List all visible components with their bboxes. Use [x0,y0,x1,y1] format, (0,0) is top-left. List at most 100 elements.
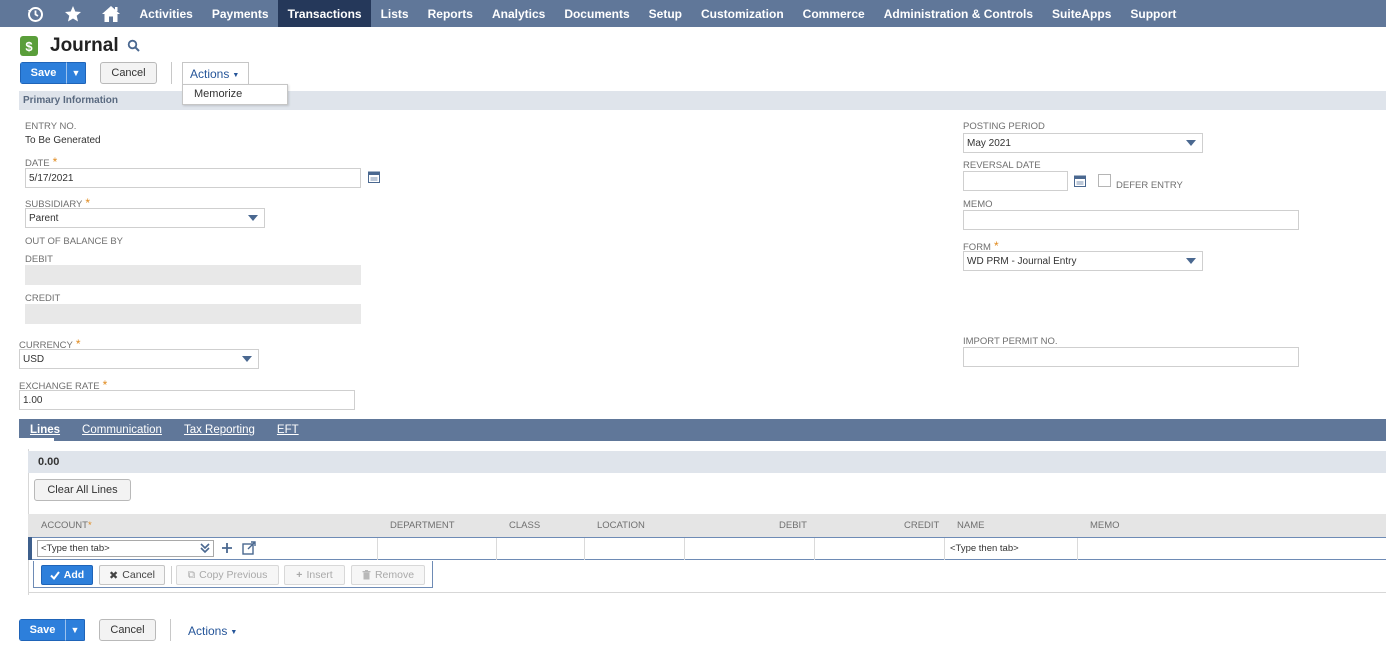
tab-communication[interactable]: Communication [82,424,162,436]
row-action-bar: Add ✖ Cancel ⧉ Copy Previous + Insert Re… [33,561,433,588]
tab-tax-reporting[interactable]: Tax Reporting [184,424,255,436]
page-title-text: Journal [50,35,119,56]
import-permit-label: Import Permit No. [963,336,1058,347]
nav-item-support[interactable]: Support [1121,0,1186,27]
nav-item-commerce[interactable]: Commerce [793,0,874,27]
recent-icon[interactable] [16,0,54,27]
tab-lines[interactable]: Lines [30,424,60,436]
page-title: $ Journal [20,34,141,58]
calendar-icon[interactable] [368,171,380,183]
memo-input[interactable] [963,210,1299,230]
cancel-button-top[interactable]: Cancel [100,62,157,84]
open-external-icon[interactable] [242,541,256,555]
import-permit-input[interactable] [963,347,1299,367]
subsidiary-select[interactable]: Parent [25,208,265,228]
subsidiary-value: Parent [29,212,59,224]
copy-previous-button[interactable]: ⧉ Copy Previous [176,565,279,585]
double-chevron-down-icon[interactable] [200,542,210,556]
name-placeholder: <Type then tab> [950,543,1019,554]
credit-label: Credit [25,293,61,304]
dropdown-arrow-icon [242,356,252,362]
save-button-top[interactable]: Save ▼ [20,62,87,84]
required-marker: * [87,520,92,531]
home-icon[interactable] [92,0,130,27]
plus-icon[interactable] [220,541,234,555]
menu-item-memorize[interactable]: Memorize [183,85,287,104]
nav-item-customization[interactable]: Customization [692,0,794,27]
cell-memo[interactable] [1078,538,1386,560]
nav-item-activities[interactable]: Activities [130,0,202,27]
star-icon[interactable] [54,0,92,27]
lines-total: 0.00 [28,451,1386,473]
cell-debit[interactable] [685,538,815,560]
actions-label: Actions [188,624,228,638]
insert-line-label: Insert [306,569,333,581]
account-input[interactable]: <Type then tab> [37,540,214,557]
memo-label: Memo [963,199,993,210]
posting-period-select[interactable]: May 2021 [963,133,1203,153]
cancel-line-label: Cancel [122,569,155,581]
column-location[interactable]: Location [597,520,645,531]
actions-menu-button[interactable]: Actions ▼ [182,62,249,85]
column-department[interactable]: Department [390,520,455,531]
toolbar-divider [170,619,171,641]
save-button-bottom[interactable]: Save ▼ [19,619,86,641]
defer-entry-checkbox[interactable] [1098,174,1111,187]
dropdown-arrow-icon [1186,258,1196,264]
cell-department[interactable] [378,538,497,560]
reversal-date-input[interactable] [963,171,1068,191]
cancel-line-button[interactable]: ✖ Cancel [99,565,165,585]
add-line-button[interactable]: Add [41,565,93,585]
cancel-button-bottom[interactable]: Cancel [99,619,156,641]
form-select[interactable]: WD PRM - Journal Entry [963,251,1203,271]
calendar-icon[interactable] [1074,175,1086,187]
nav-item-setup[interactable]: Setup [639,0,691,27]
out-of-balance-label: Out of Balance By [25,236,124,247]
chevron-down-icon: ▼ [232,71,240,79]
nav-item-suiteapps[interactable]: SuiteApps [1043,0,1121,27]
column-name[interactable]: Name [957,520,984,531]
column-credit[interactable]: Credit [904,520,939,531]
column-debit[interactable]: Debit [779,520,807,531]
lines-grid-header: Account* Department Class Location Debit… [28,514,1386,537]
account-placeholder: <Type then tab> [41,543,110,554]
cell-location[interactable] [585,538,685,560]
required-marker: * [52,155,58,169]
entry-no-value: To Be Generated [25,135,101,146]
nav-item-transactions[interactable]: Transactions [278,0,372,27]
remove-line-button[interactable]: Remove [351,565,425,585]
nav-item-analytics[interactable]: Analytics [482,0,554,27]
clear-all-lines-button[interactable]: Clear All Lines [34,479,131,501]
nav-item-documents[interactable]: Documents [555,0,639,27]
trash-icon [362,570,371,580]
defer-entry-label: Defer Entry [1116,180,1183,191]
date-input[interactable]: 5/17/2021 [25,168,361,188]
search-icon[interactable] [127,39,141,53]
column-memo[interactable]: Memo [1090,520,1120,531]
active-tab-indicator [19,438,54,441]
debit-field [25,265,361,285]
nav-item-lists[interactable]: Lists [371,0,418,27]
nav-item-payments[interactable]: Payments [202,0,278,27]
cell-credit[interactable] [815,538,945,560]
check-icon [50,570,60,580]
save-options-icon[interactable]: ▼ [66,62,86,84]
posting-period-label: Posting Period [963,121,1045,132]
save-options-icon[interactable]: ▼ [65,619,85,641]
reversal-date-label: Reversal Date [963,160,1041,171]
column-class[interactable]: Class [509,520,540,531]
nav-item-reports[interactable]: Reports [418,0,482,27]
actions-menu-button-bottom[interactable]: Actions ▼ [188,624,237,638]
column-account[interactable]: Account* [41,520,92,531]
copy-previous-label: Copy Previous [199,569,268,581]
save-button-label[interactable]: Save [19,619,65,641]
currency-select[interactable]: USD [19,349,259,369]
cell-class[interactable] [497,538,585,560]
table-row[interactable] [32,537,1386,560]
save-button-label[interactable]: Save [20,62,66,84]
insert-line-button[interactable]: + Insert [284,565,345,585]
exchange-rate-input[interactable]: 1.00 [19,390,355,410]
nav-item-administration[interactable]: Administration & Controls [874,0,1042,27]
tab-eft[interactable]: EFT [277,424,299,436]
plus-icon: + [296,569,303,581]
